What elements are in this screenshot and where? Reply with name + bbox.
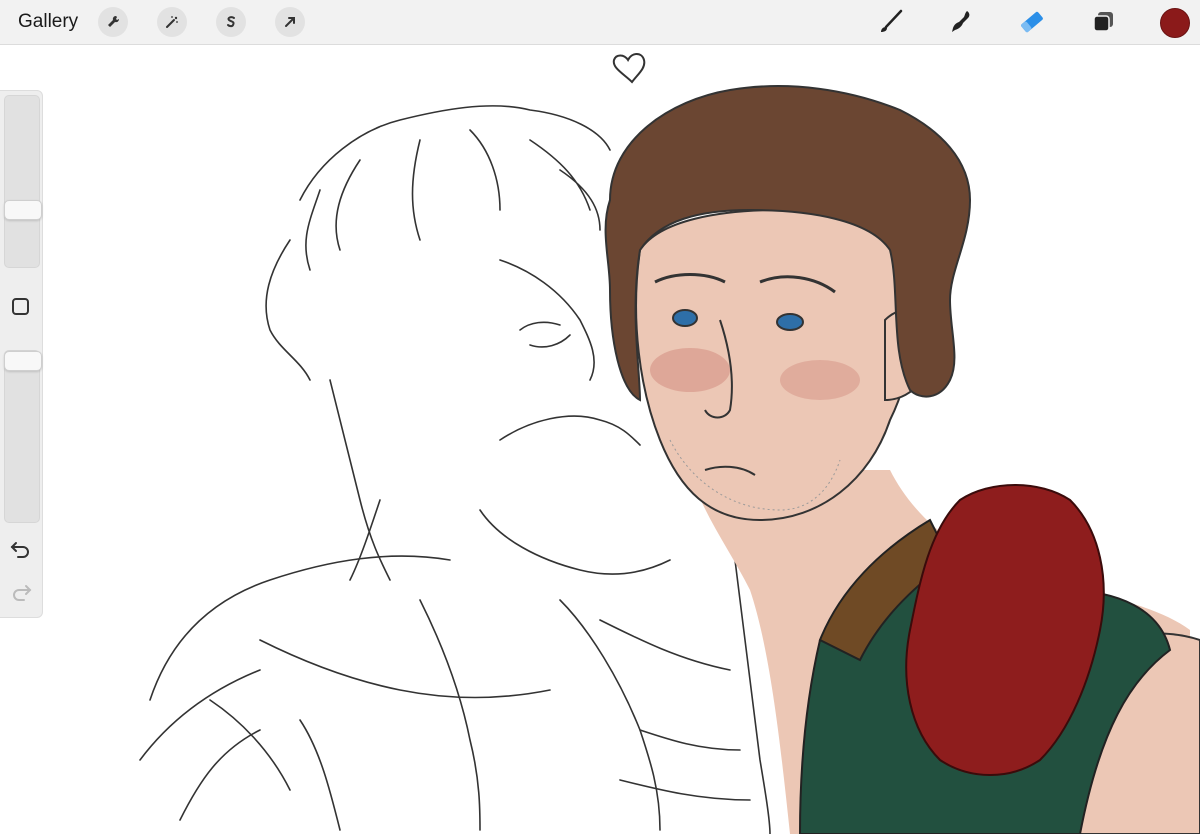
wrench-icon[interactable] [98, 7, 128, 37]
eraser-icon[interactable] [1017, 7, 1047, 37]
blush-left [650, 348, 730, 392]
left-sidebar [0, 90, 43, 618]
opacity-thumb[interactable] [4, 351, 42, 371]
undo-icon[interactable] [9, 537, 33, 559]
blush-right [780, 360, 860, 400]
layers-icon[interactable] [1089, 7, 1119, 37]
color-picker-swatch[interactable] [1160, 8, 1190, 38]
modify-button[interactable] [12, 298, 29, 315]
brush-icon[interactable] [876, 7, 906, 37]
top-toolbar: Gallery [0, 0, 1200, 45]
eye-right [776, 313, 804, 331]
heart-doodle [612, 53, 646, 84]
opacity-slider[interactable] [4, 350, 42, 523]
brush-size-slider[interactable] [4, 95, 42, 268]
smudge-icon[interactable] [946, 7, 976, 37]
magic-wand-icon[interactable] [157, 7, 187, 37]
drawing-canvas[interactable] [0, 45, 1200, 834]
transform-arrow-icon[interactable] [275, 7, 305, 37]
gallery-button[interactable]: Gallery [18, 11, 78, 33]
selection-icon[interactable] [216, 7, 246, 37]
redo-icon[interactable] [9, 580, 33, 602]
eye-left [672, 309, 698, 327]
brush-size-thumb[interactable] [4, 200, 42, 220]
